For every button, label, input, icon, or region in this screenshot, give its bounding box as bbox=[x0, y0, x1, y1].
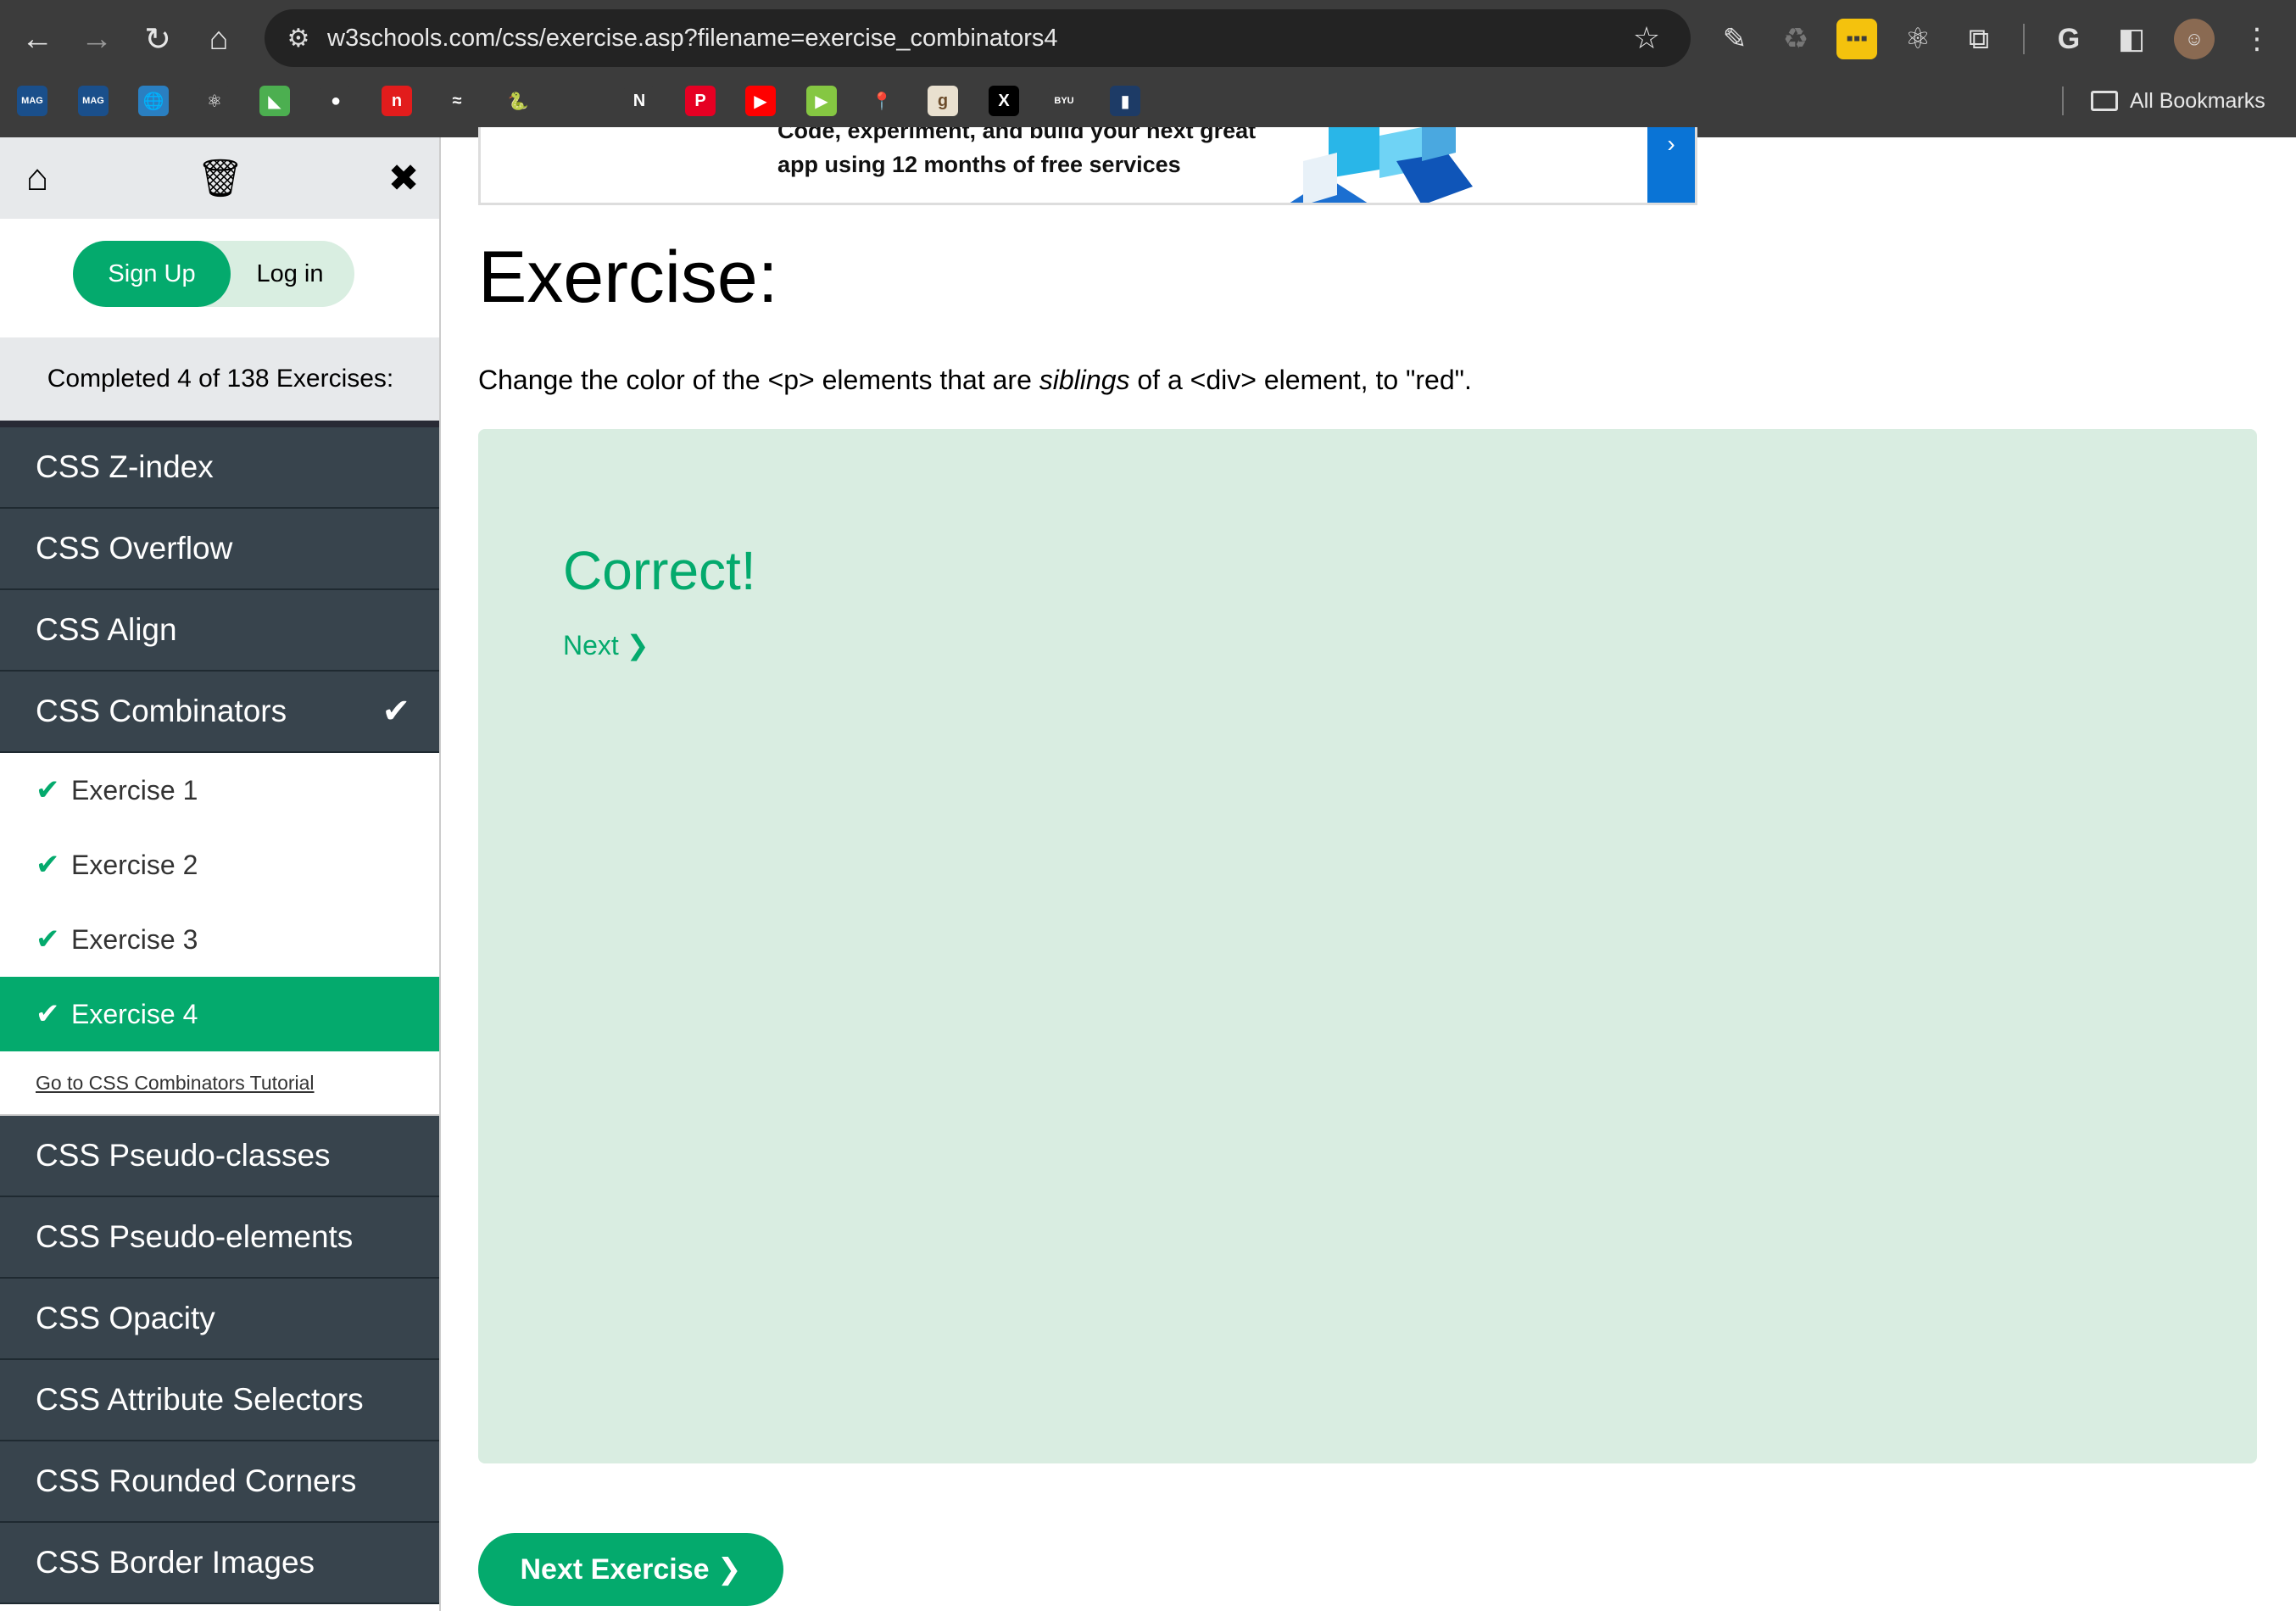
menu-item-label: CSS Overflow bbox=[36, 531, 233, 566]
exercise-item[interactable]: ✔ Exercise 2 bbox=[0, 828, 439, 902]
desc-text-2: of a <div> element, to "red". bbox=[1129, 365, 1472, 395]
menu-item-label: CSS Pseudo-classes bbox=[36, 1138, 331, 1173]
mag-icon[interactable]: MAG bbox=[78, 86, 109, 116]
mag-icon[interactable]: MAG bbox=[17, 86, 47, 116]
checkmark-icon: ✔ bbox=[36, 923, 60, 956]
address-bar[interactable]: ⚙ w3schools.com/css/exercise.asp?filenam… bbox=[265, 9, 1691, 67]
menu-item-css-align[interactable]: CSS Align bbox=[0, 590, 439, 672]
menu-item-css-rounded-corners[interactable]: CSS Rounded Corners bbox=[0, 1441, 439, 1523]
react-devtools-icon[interactable]: ⚛ bbox=[1898, 19, 1938, 59]
menu-item-css-combinators[interactable]: CSS Combinators ✔ bbox=[0, 672, 439, 753]
close-icon[interactable]: ✖ bbox=[382, 156, 426, 200]
all-bookmarks-label: All Bookmarks bbox=[2130, 88, 2265, 113]
checkmark-icon: ✔ bbox=[36, 849, 60, 881]
tutorial-link[interactable]: Go to CSS Combinators Tutorial bbox=[0, 1051, 439, 1116]
ad-arrow-icon[interactable]: › bbox=[1647, 127, 1695, 203]
desc-text-1: Change the color of the <p> elements tha… bbox=[478, 365, 1039, 395]
byu-icon[interactable]: BYU bbox=[1049, 86, 1079, 116]
result-panel: Correct! Next ❯ bbox=[478, 429, 2257, 1463]
progress-text: Completed 4 of 138 Exercises: bbox=[0, 337, 439, 427]
rumble-icon[interactable]: ▶ bbox=[806, 86, 837, 116]
python-icon[interactable]: 🐍 bbox=[503, 86, 533, 116]
menu-item-label: CSS Attribute Selectors bbox=[36, 1382, 364, 1417]
maps-icon[interactable]: 📍 bbox=[867, 86, 897, 116]
desc-emphasis: siblings bbox=[1039, 365, 1130, 395]
globe-icon[interactable]: 🌐 bbox=[138, 86, 169, 116]
home-icon[interactable]: ⌂ bbox=[15, 156, 59, 200]
exercise-item[interactable]: ✔ Exercise 1 bbox=[0, 753, 439, 828]
react-icon[interactable]: ⚛ bbox=[199, 86, 230, 116]
exercise-sidebar: ⌂ 🗑 ✖ Log in Sign Up Completed 4 of 138 … bbox=[0, 137, 441, 1611]
ad-line-2: app using 12 months of free services bbox=[777, 152, 1181, 177]
n-icon[interactable]: n bbox=[382, 86, 412, 116]
menu-item-label: CSS Align bbox=[36, 612, 177, 647]
bookmark-icon[interactable]: ▮ bbox=[1110, 86, 1140, 116]
apple-icon[interactable] bbox=[563, 86, 594, 116]
menu-item-label: CSS Combinators bbox=[36, 694, 287, 728]
menu-kebab-icon[interactable]: ⋮ bbox=[2237, 19, 2277, 59]
youtube-icon[interactable]: ▶ bbox=[745, 86, 776, 116]
menu-item-css-pseudo-elements[interactable]: CSS Pseudo-elements bbox=[0, 1197, 439, 1279]
exercise-label: Exercise 4 bbox=[71, 998, 198, 1029]
signup-button[interactable]: Sign Up bbox=[73, 241, 231, 307]
page-title: Exercise: bbox=[478, 237, 778, 318]
all-bookmarks[interactable]: All Bookmarks bbox=[2091, 83, 2265, 119]
exercise-description: Change the color of the <p> elements tha… bbox=[478, 365, 1472, 396]
menu-item-label: CSS Opacity bbox=[36, 1301, 215, 1335]
menu-item-label: CSS Z-index bbox=[36, 449, 214, 484]
menu-item-css-overflow[interactable]: CSS Overflow bbox=[0, 509, 439, 590]
exercise-label: Exercise 2 bbox=[71, 849, 198, 880]
google-icon[interactable]: G bbox=[2048, 19, 2089, 59]
netflix-icon[interactable]: N bbox=[624, 86, 655, 116]
menu-item-label: CSS Rounded Corners bbox=[36, 1463, 357, 1498]
checkmark-icon: ✔ bbox=[36, 998, 60, 1030]
site-settings-icon[interactable]: ⚙ bbox=[281, 21, 315, 55]
reload-icon[interactable]: ↻ bbox=[134, 15, 181, 63]
goodreads-icon[interactable]: g bbox=[928, 86, 958, 116]
menu-item-css-border-images[interactable]: CSS Border Images bbox=[0, 1523, 439, 1604]
sidebar-toolbar: ⌂ 🗑 ✖ bbox=[0, 137, 439, 219]
exercise-menu: CSS Z-index CSS Overflow CSS Align CSS Com… bbox=[0, 427, 439, 1604]
extensions-puzzle-icon[interactable]: ⧉ bbox=[1959, 19, 1999, 59]
back-icon[interactable]: ← bbox=[14, 15, 61, 63]
checkmark-icon: ✔ bbox=[382, 693, 410, 730]
recycle-icon[interactable]: ♻ bbox=[1775, 19, 1816, 59]
menu-item-css-z-index[interactable]: CSS Z-index bbox=[0, 427, 439, 509]
trash-icon[interactable]: 🗑 bbox=[197, 156, 244, 200]
checkmark-icon: ✔ bbox=[36, 774, 60, 806]
next-exercise-button[interactable]: Next Exercise ❯ bbox=[478, 1533, 783, 1606]
github-icon[interactable]: ● bbox=[320, 86, 351, 116]
next-link[interactable]: Next ❯ bbox=[563, 629, 649, 661]
pinterest-icon[interactable]: P bbox=[685, 86, 716, 116]
extension-yellow-icon[interactable]: ▪▪▪ bbox=[1836, 19, 1877, 59]
browser-chrome: ← → ↻ ⌂ ⚙ w3schools.com/css/exercise.asp… bbox=[0, 0, 2296, 137]
eyedropper-icon[interactable]: ✎ bbox=[1714, 19, 1755, 59]
exercise-item[interactable]: ✔ Exercise 3 bbox=[0, 902, 439, 977]
menu-item-css-pseudo-classes[interactable]: CSS Pseudo-classes bbox=[0, 1116, 439, 1197]
exercise-submenu: ✔ Exercise 1 ✔ Exercise 2 ✔ Exercise 3 ✔ Exerci… bbox=[0, 753, 439, 1116]
exercise-label: Exercise 3 bbox=[71, 923, 198, 955]
folder-icon bbox=[2091, 91, 2118, 111]
profile-avatar[interactable]: ☺ bbox=[2174, 19, 2215, 59]
forward-icon[interactable]: → bbox=[73, 15, 120, 63]
home-icon[interactable]: ⌂ bbox=[195, 15, 242, 63]
x-icon[interactable]: X bbox=[989, 86, 1019, 116]
leaf-icon[interactable]: ◣ bbox=[259, 86, 290, 116]
tailwind-icon[interactable]: ≈ bbox=[442, 86, 472, 116]
menu-item-label: CSS Pseudo-elements bbox=[36, 1219, 354, 1254]
url-text[interactable]: w3schools.com/css/exercise.asp?filename=… bbox=[327, 9, 1058, 67]
menu-item-css-attribute-selectors[interactable]: CSS Attribute Selectors bbox=[0, 1360, 439, 1441]
advertisement-banner[interactable]: Code, experiment, and build your next gr… bbox=[478, 127, 1697, 205]
ad-cubes-image bbox=[1290, 127, 1473, 203]
bookmark-star-icon[interactable]: ☆ bbox=[1626, 18, 1667, 59]
ad-line-1: Code, experiment, and build your next gr… bbox=[777, 127, 1257, 143]
side-panel-icon[interactable]: ◧ bbox=[2111, 19, 2152, 59]
menu-item-label: CSS Border Images bbox=[36, 1545, 315, 1580]
exercise-item[interactable]: ✔ Exercise 4 bbox=[0, 977, 439, 1051]
exercise-label: Exercise 1 bbox=[71, 774, 198, 806]
result-message: Correct! bbox=[563, 540, 756, 601]
menu-item-css-opacity[interactable]: CSS Opacity bbox=[0, 1279, 439, 1360]
